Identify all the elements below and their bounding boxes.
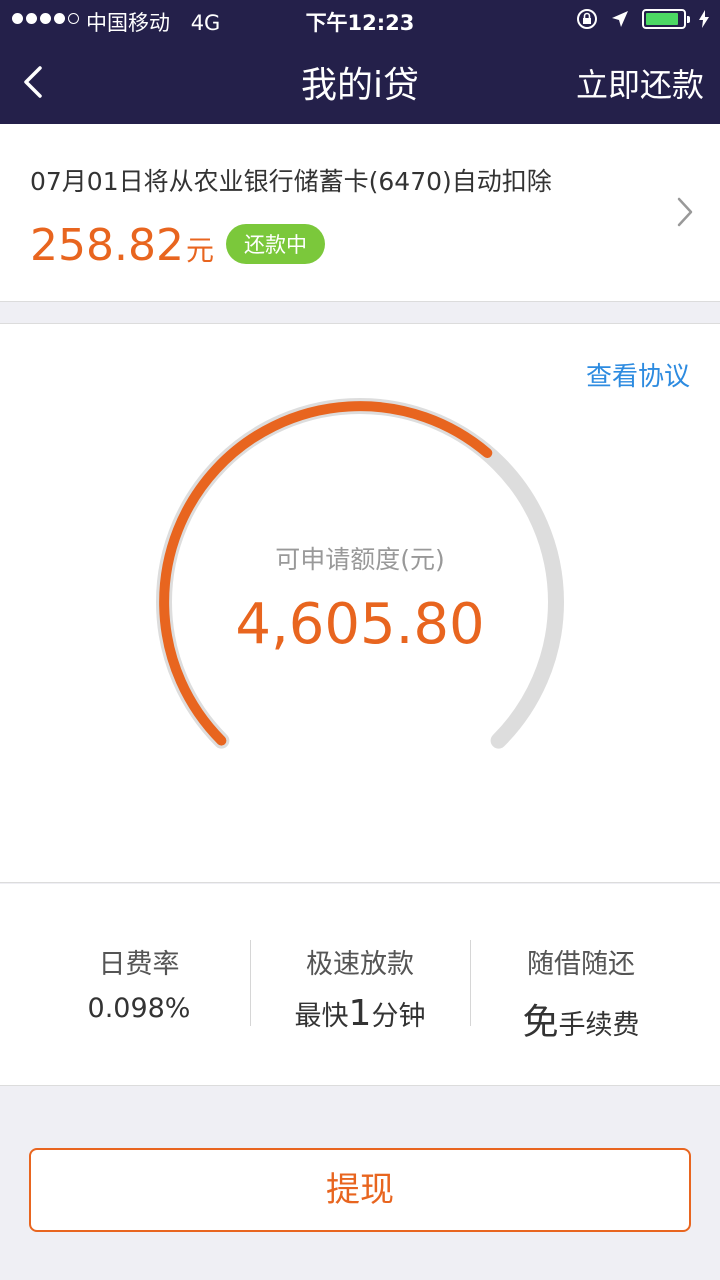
feature-value-suffix: 手续费: [558, 1010, 640, 1041]
feature-value-big: 免: [522, 1002, 559, 1043]
feature-value: 免手续费: [471, 993, 691, 1045]
feature-value-big: 1: [348, 993, 372, 1034]
feature-title: 随借随还: [527, 949, 635, 980]
feature-flexible-repay: 随借随还 免手续费: [471, 942, 691, 1045]
repayment-amount-row: 258.82 元 还款中: [30, 220, 325, 272]
location-arrow-icon: [612, 11, 628, 27]
navigation-bar: 我的i贷 立即还款: [0, 40, 720, 124]
feature-value: 最快1分钟: [250, 993, 470, 1034]
feature-fast-loan: 极速放款 最快1分钟: [250, 942, 470, 1034]
status-icons: [576, 8, 710, 30]
battery-icon: [642, 9, 690, 29]
feature-value: 0.098%: [87, 993, 191, 1024]
feature-title: 极速放款: [306, 949, 414, 980]
orientation-lock-icon: [577, 9, 597, 29]
repayment-card[interactable]: 07月01日将从农业银行储蓄卡(6470)自动扣除 258.82 元 还款中: [0, 124, 720, 302]
withdraw-button[interactable]: 提现: [29, 1148, 691, 1232]
repay-now-button[interactable]: 立即还款: [576, 60, 704, 106]
status-bar: 中国移动 4G 下午12:23: [0, 0, 720, 40]
available-credit-label: 可申请额度(元): [275, 545, 445, 574]
feature-value-suffix: 分钟: [371, 1001, 426, 1032]
credit-limit-card: 查看协议 可申请额度(元) 4,605.80: [0, 323, 720, 883]
charging-icon: [699, 10, 709, 28]
features-panel: 日费率 0.098% 极速放款 最快1分钟 随借随还 免手续费: [0, 884, 720, 1086]
available-credit-amount: 4,605.80: [235, 592, 485, 657]
chevron-right-icon: [677, 197, 693, 227]
status-badge: 还款中: [225, 224, 325, 264]
repayment-description: 07月01日将从农业银行储蓄卡(6470)自动扣除: [30, 167, 552, 196]
feature-title: 日费率: [98, 949, 180, 980]
top-bar: 中国移动 4G 下午12:23 我的i贷 立即还款: [0, 0, 720, 124]
feature-value-prefix: 最快: [294, 1001, 349, 1032]
repayment-amount: 258.82: [30, 220, 184, 271]
feature-daily-rate: 日费率 0.098%: [29, 942, 249, 1024]
currency-unit: 元: [185, 234, 214, 267]
